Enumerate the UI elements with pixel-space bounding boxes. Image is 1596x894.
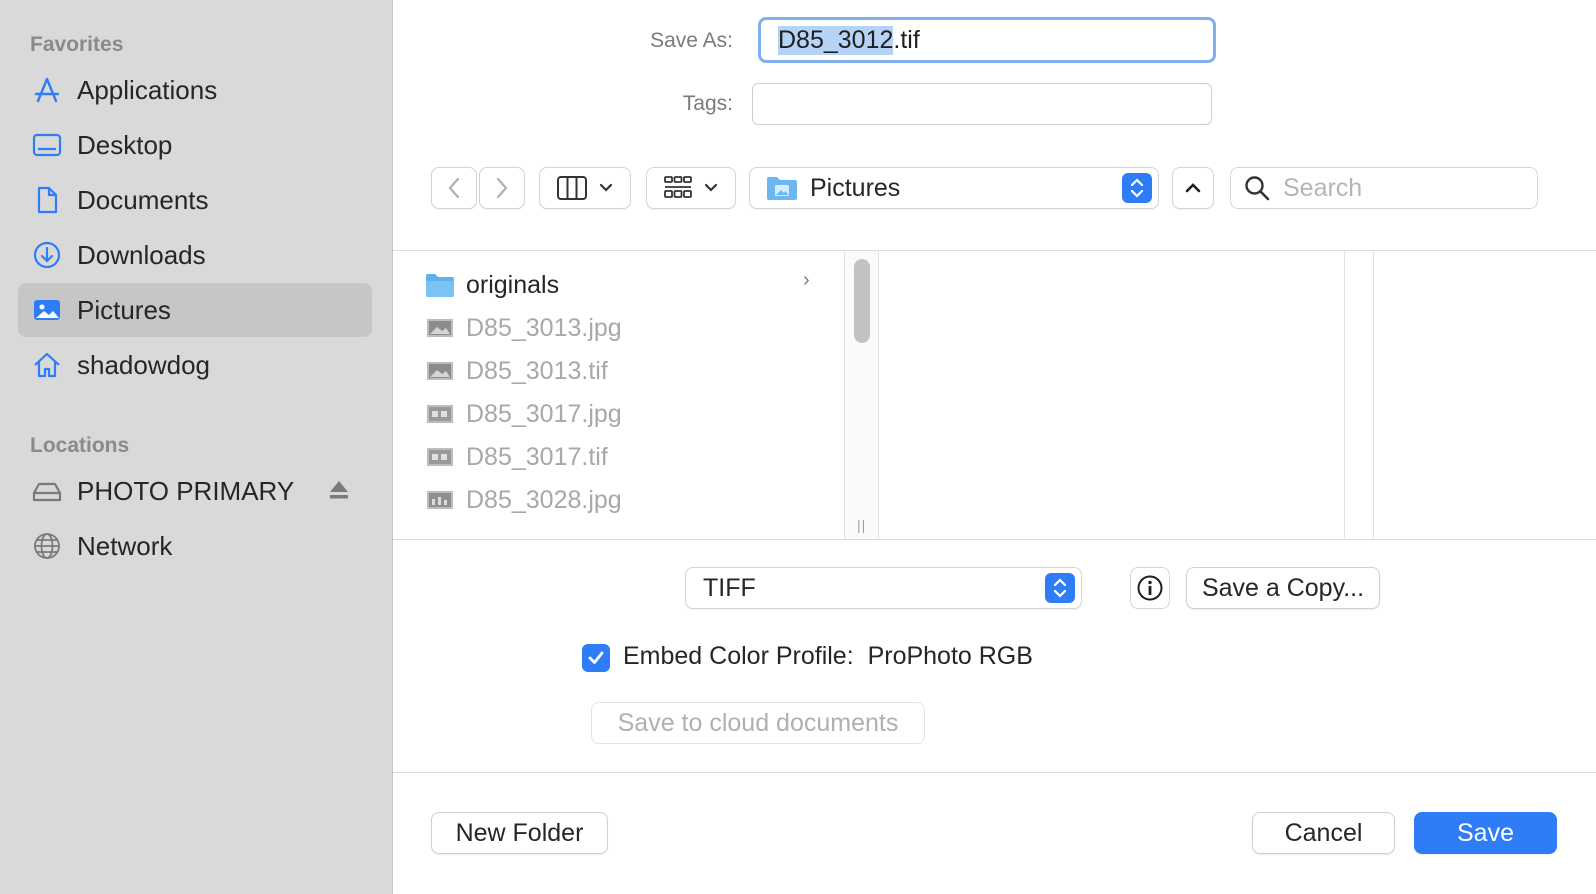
sidebar-item-label: PHOTO PRIMARY bbox=[77, 475, 295, 506]
search-icon bbox=[1243, 174, 1271, 202]
sidebar-item-pictures[interactable]: Pictures bbox=[18, 283, 372, 337]
sidebar-item-label: Downloads bbox=[77, 239, 206, 270]
pictures-icon bbox=[31, 294, 63, 326]
search-field[interactable]: Search bbox=[1230, 167, 1538, 209]
chevron-right-icon: › bbox=[803, 269, 810, 291]
chevron-down-icon bbox=[599, 183, 613, 192]
chevron-down-icon bbox=[704, 183, 718, 192]
sidebar-item-applications[interactable]: Applications bbox=[18, 63, 372, 117]
document-icon bbox=[31, 184, 63, 216]
sidebar-item-label: Desktop bbox=[77, 129, 173, 160]
list-item: D85_3028.jpg bbox=[425, 480, 622, 520]
checkmark-icon bbox=[588, 651, 604, 664]
sidebar-item-shadowdog[interactable]: shadowdog bbox=[18, 338, 372, 392]
group-button[interactable] bbox=[646, 167, 736, 209]
columns-icon bbox=[557, 176, 587, 200]
file-name: originals bbox=[466, 270, 560, 299]
embed-profile-text: Embed Color Profile: bbox=[623, 642, 854, 670]
downloads-icon bbox=[31, 239, 63, 271]
image-file-icon bbox=[425, 401, 455, 427]
sidebar-item-documents[interactable]: Documents bbox=[18, 173, 372, 227]
applications-icon bbox=[31, 74, 63, 106]
column-divider[interactable] bbox=[1373, 251, 1374, 539]
sidebar-item-label: Network bbox=[77, 530, 173, 561]
chevron-right-icon bbox=[496, 177, 508, 199]
embed-profile-label: Embed Color Profile: ProPhoto RGB bbox=[623, 642, 1033, 671]
file-name: D85_3017.jpg bbox=[466, 399, 622, 428]
format-label: TIFF bbox=[703, 573, 756, 602]
save-as-input[interactable]: D85_3012 .tif bbox=[758, 17, 1216, 63]
save-to-cloud-button: Save to cloud documents bbox=[591, 702, 925, 744]
image-file-icon bbox=[425, 444, 455, 470]
list-item[interactable]: originals bbox=[425, 265, 559, 305]
new-folder-button[interactable]: New Folder bbox=[431, 812, 608, 854]
image-file-icon bbox=[425, 315, 455, 341]
sidebar: Favorites Applications Desktop Documents… bbox=[0, 0, 393, 894]
preview-column bbox=[879, 251, 1345, 539]
scroll-thumb[interactable] bbox=[854, 259, 870, 343]
tags-label: Tags: bbox=[682, 92, 733, 115]
save-as-label: Save As: bbox=[650, 29, 733, 52]
file-name: D85_3013.tif bbox=[466, 356, 608, 385]
back-button[interactable] bbox=[431, 167, 477, 209]
drive-icon bbox=[31, 475, 63, 507]
file-column: originals › D85_3013.jpg D85_3013.tif D8… bbox=[393, 251, 845, 539]
info-icon bbox=[1137, 575, 1163, 601]
globe-icon bbox=[31, 530, 63, 562]
sidebar-item-label: shadowdog bbox=[77, 349, 210, 380]
embed-profile-value: ProPhoto RGB bbox=[867, 642, 1033, 670]
sidebar-item-network[interactable]: Network bbox=[18, 519, 372, 573]
location-label: Pictures bbox=[810, 173, 901, 202]
pictures-folder-icon bbox=[766, 175, 798, 201]
search-placeholder: Search bbox=[1283, 173, 1363, 202]
sidebar-item-photo-primary[interactable]: PHOTO PRIMARY bbox=[18, 464, 372, 518]
embed-profile-checkbox[interactable] bbox=[582, 644, 610, 672]
image-file-icon bbox=[425, 358, 455, 384]
desktop-icon bbox=[31, 129, 63, 161]
save-a-copy-button[interactable]: Save a Copy... bbox=[1186, 567, 1380, 609]
view-mode-button[interactable] bbox=[539, 167, 631, 209]
sidebar-item-desktop[interactable]: Desktop bbox=[18, 118, 372, 172]
folder-icon bbox=[425, 272, 455, 298]
file-name: D85_3017.tif bbox=[466, 442, 608, 471]
filename-extension: .tif bbox=[893, 25, 920, 54]
grid-icon bbox=[664, 176, 692, 198]
forward-button[interactable] bbox=[479, 167, 525, 209]
save-panel: Save As: D85_3012 .tif Tags: Pictures Sea… bbox=[393, 0, 1596, 894]
list-item: D85_3017.tif bbox=[425, 437, 608, 477]
scrollbar[interactable]: || bbox=[845, 251, 879, 539]
home-icon bbox=[31, 349, 63, 381]
filename-selection: D85_3012 bbox=[778, 25, 894, 55]
divider bbox=[393, 772, 1596, 773]
save-button[interactable]: Save bbox=[1414, 812, 1557, 854]
sidebar-item-label: Pictures bbox=[77, 294, 171, 325]
column-resize-handle[interactable]: || bbox=[857, 517, 866, 533]
list-item: D85_3013.jpg bbox=[425, 308, 622, 348]
info-button[interactable] bbox=[1130, 567, 1170, 609]
eject-icon[interactable] bbox=[328, 478, 350, 502]
toggle-expanded-button[interactable] bbox=[1172, 167, 1214, 209]
cancel-button[interactable]: Cancel bbox=[1252, 812, 1395, 854]
file-browser: originals › D85_3013.jpg D85_3013.tif D8… bbox=[393, 250, 1596, 540]
favorites-header: Favorites bbox=[30, 33, 124, 56]
location-popup[interactable]: Pictures bbox=[749, 167, 1159, 209]
chevron-left-icon bbox=[448, 177, 460, 199]
popup-stepper-icon bbox=[1045, 573, 1075, 603]
tags-field[interactable] bbox=[752, 83, 1212, 125]
sidebar-item-label: Applications bbox=[77, 74, 218, 105]
sidebar-item-label: Documents bbox=[77, 184, 209, 215]
locations-header: Locations bbox=[30, 434, 130, 457]
format-popup[interactable]: TIFF bbox=[685, 567, 1082, 609]
list-item: D85_3013.tif bbox=[425, 351, 608, 391]
sidebar-item-downloads[interactable]: Downloads bbox=[18, 228, 372, 282]
popup-stepper-icon bbox=[1122, 173, 1152, 203]
list-item: D85_3017.jpg bbox=[425, 394, 622, 434]
image-file-icon bbox=[425, 487, 455, 513]
chevron-up-icon bbox=[1185, 183, 1201, 193]
file-name: D85_3013.jpg bbox=[466, 313, 622, 342]
file-name: D85_3028.jpg bbox=[466, 485, 622, 514]
